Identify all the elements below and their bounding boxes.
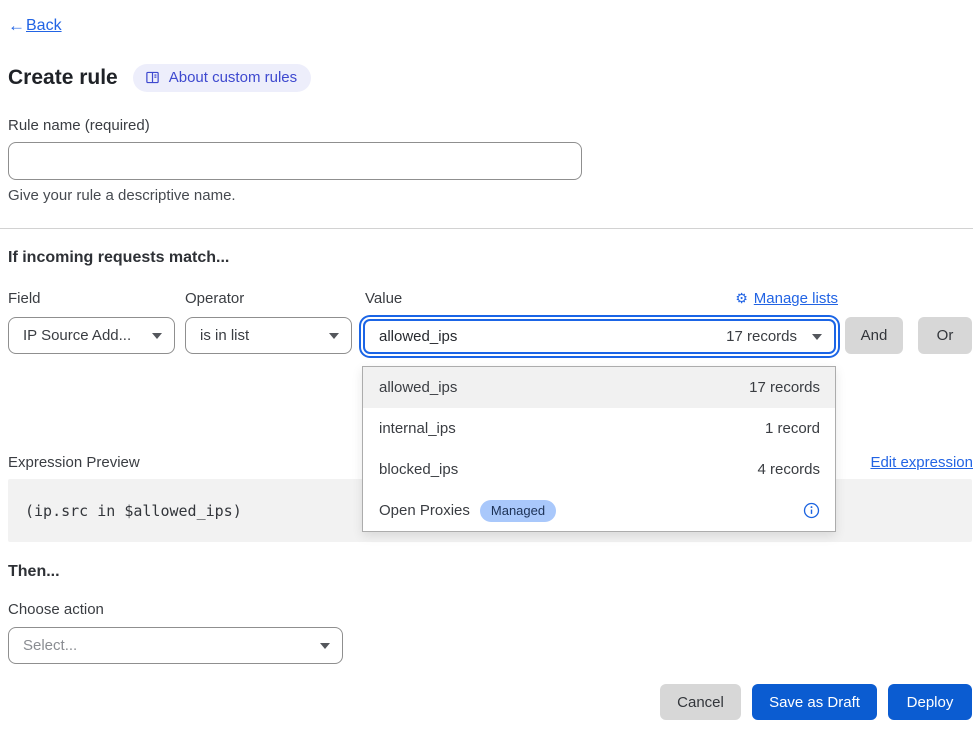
save-as-draft-button[interactable]: Save as Draft <box>752 684 877 720</box>
field-select-value: IP Source Add... <box>23 327 152 344</box>
back-link[interactable]: ← Back <box>8 16 62 36</box>
list-item-name: internal_ips <box>379 420 456 437</box>
title-row: Create rule About custom rules <box>8 64 311 92</box>
back-link-label: Back <box>26 17 62 35</box>
chevron-down-icon <box>329 333 339 339</box>
and-button[interactable]: And <box>845 317 903 354</box>
expression-code: (ip.src in $allowed_ips) <box>25 502 242 520</box>
operator-select[interactable]: is in list <box>185 317 352 354</box>
action-select[interactable]: Select... <box>8 627 343 664</box>
rule-name-input[interactable] <box>8 142 582 180</box>
field-select[interactable]: IP Source Add... <box>8 317 175 354</box>
edit-expression-link[interactable]: Edit expression <box>870 454 973 471</box>
list-item-blocked-ips[interactable]: blocked_ips 4 records <box>363 449 835 490</box>
chevron-down-icon <box>812 334 822 340</box>
page-title: Create rule <box>8 66 118 90</box>
choose-action-label: Choose action <box>8 601 104 618</box>
operator-select-value: is in list <box>200 327 329 344</box>
about-custom-rules-label: About custom rules <box>169 69 297 86</box>
manage-lists-label: Manage lists <box>754 290 838 307</box>
list-item-open-proxies[interactable]: Open Proxies Managed <box>363 490 835 531</box>
value-label: Value <box>365 290 402 307</box>
list-item-records: 17 records <box>749 379 820 396</box>
list-item-allowed-ips[interactable]: allowed_ips 17 records <box>363 367 835 408</box>
expression-preview-label: Expression Preview <box>8 454 140 471</box>
value-combobox-text: allowed_ips <box>379 328 726 345</box>
chevron-down-icon <box>152 333 162 339</box>
about-custom-rules-link[interactable]: About custom rules <box>133 64 311 92</box>
list-item-name: allowed_ips <box>379 379 457 396</box>
section-divider <box>0 228 973 229</box>
list-item-name: Open Proxies <box>379 502 470 519</box>
rule-name-helper: Give your rule a descriptive name. <box>8 187 236 204</box>
match-section-heading: If incoming requests match... <box>8 249 229 267</box>
back-arrow-icon: ← <box>8 16 25 36</box>
value-combobox[interactable]: allowed_ips 17 records <box>363 319 836 354</box>
field-label: Field <box>8 290 41 307</box>
list-item-records: 1 record <box>765 420 820 437</box>
list-item-internal-ips[interactable]: internal_ips 1 record <box>363 408 835 449</box>
action-select-placeholder: Select... <box>23 637 320 654</box>
book-icon <box>145 70 160 85</box>
deploy-button[interactable]: Deploy <box>888 684 972 720</box>
then-section-heading: Then... <box>8 563 60 581</box>
managed-badge: Managed <box>480 500 556 522</box>
cancel-button[interactable]: Cancel <box>660 684 741 720</box>
gear-icon: ⚙ <box>735 291 748 307</box>
rule-name-label: Rule name (required) <box>8 117 150 134</box>
chevron-down-icon <box>320 643 330 649</box>
create-rule-page: ← Back Create rule About custom rules Ru… <box>0 0 979 739</box>
info-icon[interactable] <box>803 502 820 519</box>
list-item-records: 4 records <box>757 461 820 478</box>
operator-label: Operator <box>185 290 244 307</box>
list-item-name: blocked_ips <box>379 461 458 478</box>
value-records-count: 17 records <box>726 328 797 345</box>
list-dropdown-menu: allowed_ips 17 records internal_ips 1 re… <box>362 366 836 532</box>
manage-lists-link[interactable]: ⚙ Manage lists <box>735 290 838 307</box>
or-button[interactable]: Or <box>918 317 972 354</box>
